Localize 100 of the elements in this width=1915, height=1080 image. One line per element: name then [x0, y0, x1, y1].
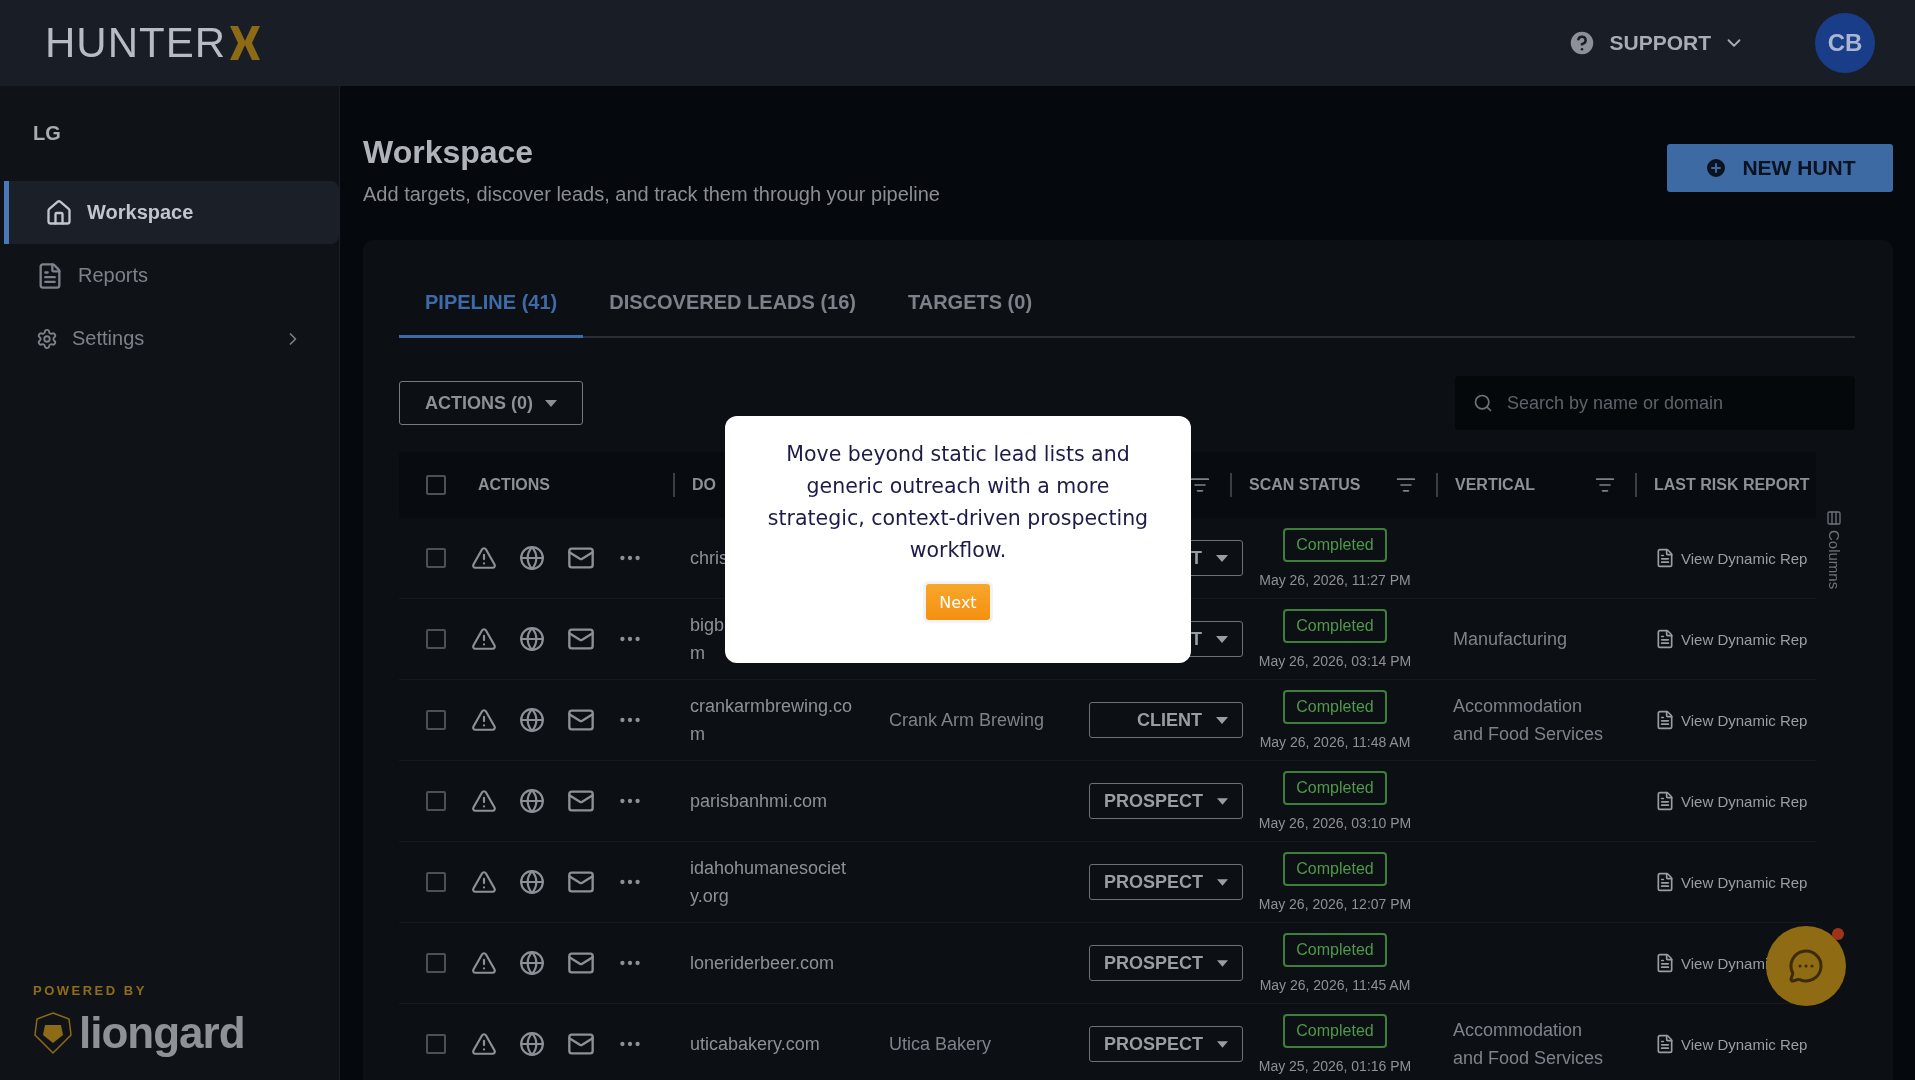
- report-link[interactable]: View Dynamic Rep: [1655, 548, 1808, 568]
- row-checkbox[interactable]: [426, 791, 446, 811]
- globe-icon[interactable]: [519, 1031, 545, 1057]
- report-link[interactable]: View Dynamic Rep: [1655, 710, 1808, 730]
- columns-icon: [1826, 510, 1842, 526]
- caret-icon: [1216, 635, 1228, 643]
- globe-icon[interactable]: [519, 869, 545, 895]
- vertical-cell-text: Accommodation and Food Services: [1452, 1019, 1605, 1070]
- tour-message: Move beyond static lead lists and generic outreach with a more strategic, context-driven prospecting workflow.: [766, 441, 1150, 564]
- tab[interactable]: DISCOVERED LEADS (16): [583, 270, 882, 338]
- home-icon: [45, 198, 73, 227]
- powered-by-label: POWERED BY: [33, 983, 148, 998]
- company-cell-text: Utica Bakery: [888, 1033, 993, 1055]
- scan-status-badge: Completed: [1283, 609, 1387, 643]
- scan-time: May 26, 2026, 11:27 PM: [1259, 572, 1411, 588]
- caret-icon: [1217, 878, 1228, 886]
- document-icon: [1655, 710, 1675, 730]
- row-checkbox[interactable]: [426, 548, 446, 568]
- column-header: SCAN STATUS: [1249, 476, 1361, 494]
- status-dropdown[interactable]: PROSPECT: [1089, 945, 1243, 981]
- sidebar-item[interactable]: Reports: [4, 244, 339, 307]
- actions-dropdown[interactable]: ACTIONS (0): [399, 381, 583, 425]
- column-header: LAST RISK REPORT: [1654, 476, 1810, 494]
- caret-icon: [1217, 797, 1228, 805]
- domain-cell-text: parisbanhmi.com: [689, 790, 829, 813]
- warning-icon[interactable]: [471, 626, 497, 652]
- globe-icon[interactable]: [519, 626, 545, 652]
- warning-icon[interactable]: [471, 1031, 497, 1057]
- scan-status-badge: Completed: [1283, 1014, 1387, 1048]
- warning-icon[interactable]: [471, 950, 497, 976]
- document-icon: [1655, 1034, 1675, 1054]
- warning-icon[interactable]: [471, 869, 497, 895]
- sidebar-item[interactable]: Settings: [4, 307, 339, 370]
- page-subtitle: Add targets, discover leads, and track them through your pipeline: [363, 183, 941, 206]
- select-all-checkbox[interactable]: [426, 475, 446, 495]
- scan-time: May 25, 2026, 01:16 PM: [1258, 1058, 1412, 1074]
- scan-time: May 26, 2026, 03:14 PM: [1258, 653, 1412, 669]
- org-label: LG: [32, 122, 62, 145]
- column-header: ACTIONS: [478, 476, 550, 494]
- scan-time: May 26, 2026, 03:10 PM: [1258, 815, 1412, 831]
- row-checkbox[interactable]: [426, 953, 446, 973]
- domain-cell-text: uticabakery.com: [689, 1033, 821, 1056]
- status-dropdown[interactable]: PROSPECT: [1089, 864, 1243, 900]
- vertical-cell-text: Manufacturing: [1452, 628, 1569, 651]
- brand-logo-text: HUNTER: [45, 19, 226, 67]
- row-checkbox[interactable]: [426, 872, 446, 892]
- columns-toggle[interactable]: Columns: [1816, 510, 1852, 620]
- gear-icon: [36, 327, 58, 350]
- domain-cell-text: loneriderbeer.com: [689, 952, 836, 975]
- report-link[interactable]: View Dynamic Rep: [1655, 872, 1808, 892]
- scan-time: May 26, 2026, 12:07 PM: [1258, 896, 1412, 912]
- warning-icon[interactable]: [471, 545, 497, 571]
- support-menu[interactable]: SUPPORT: [1567, 28, 1745, 58]
- domain-cell-text: crankarmbrewing.com: [689, 695, 854, 746]
- row-checkbox[interactable]: [426, 1034, 446, 1054]
- document-icon: [1655, 629, 1675, 649]
- domain-cell-text: idahohumanesociety.org: [689, 857, 848, 908]
- document-icon: [1655, 791, 1675, 811]
- status-dropdown[interactable]: PROSPECT: [1089, 1026, 1243, 1062]
- warning-icon[interactable]: [471, 788, 497, 814]
- filter-icon[interactable]: [1190, 475, 1210, 495]
- caret-icon: [1217, 959, 1228, 967]
- search-field[interactable]: Search by name or domain: [1455, 376, 1855, 430]
- chat-icon: [1788, 948, 1824, 984]
- caret-icon: [1216, 716, 1228, 724]
- globe-icon[interactable]: [519, 707, 545, 733]
- scan-status-badge: Completed: [1283, 771, 1387, 805]
- report-link[interactable]: View Dynamic Rep: [1655, 1034, 1808, 1054]
- globe-icon[interactable]: [519, 950, 545, 976]
- row-checkbox[interactable]: [426, 629, 446, 649]
- status-dropdown[interactable]: PROSPECT: [1089, 783, 1243, 819]
- tab[interactable]: TARGETS (0): [882, 270, 1059, 338]
- scan-status-badge: Completed: [1283, 690, 1387, 724]
- scan-status-badge: Completed: [1283, 528, 1387, 562]
- sidebar-item[interactable]: Workspace: [4, 181, 339, 244]
- report-link[interactable]: View Dynamic Rep: [1655, 791, 1808, 811]
- report-link[interactable]: View Dynami: [1655, 953, 1769, 973]
- caret-icon: [1216, 554, 1228, 562]
- document-icon: [1655, 953, 1675, 973]
- column-header: DO: [692, 476, 716, 494]
- warning-icon[interactable]: [471, 707, 497, 733]
- status-dropdown[interactable]: CLIENT: [1089, 702, 1243, 738]
- partner-logo-text: liongard: [79, 1008, 245, 1058]
- scan-time: May 26, 2026, 11:48 AM: [1259, 734, 1411, 750]
- scan-status-badge: Completed: [1283, 852, 1387, 886]
- company-cell-text: Crank Arm Brewing: [888, 709, 1046, 731]
- vertical-cell-text: Accommodation and Food Services: [1452, 695, 1605, 746]
- domain-cell-text: bigb m: [689, 614, 726, 665]
- row-checkbox[interactable]: [426, 710, 446, 730]
- document-icon: [1655, 548, 1675, 568]
- scan-status-badge: Completed: [1283, 933, 1387, 967]
- document-icon: [1655, 872, 1675, 892]
- column-header: VERTICAL: [1455, 476, 1535, 494]
- user-avatar[interactable]: CB: [1815, 13, 1875, 73]
- logo-chevrons-icon: [230, 26, 260, 60]
- report-link[interactable]: View Dynamic Rep: [1655, 629, 1808, 649]
- globe-icon[interactable]: [519, 545, 545, 571]
- globe-icon[interactable]: [519, 788, 545, 814]
- page-title: Workspace: [363, 134, 535, 171]
- caret-icon: [1217, 1040, 1228, 1048]
